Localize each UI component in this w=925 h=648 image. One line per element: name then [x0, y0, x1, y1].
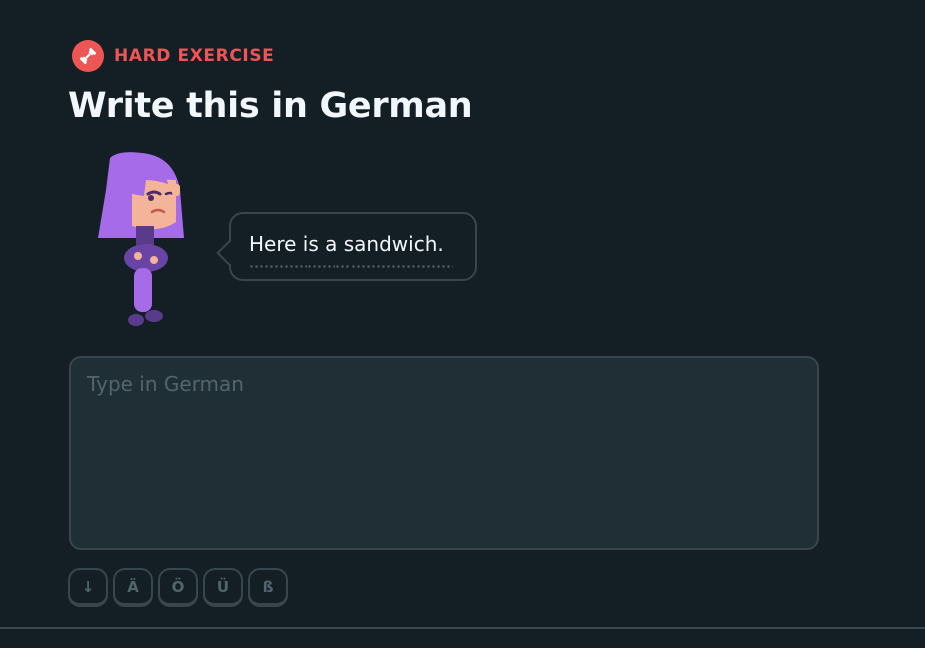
character-illustration — [96, 150, 192, 332]
special-character-keys: ↓ Ä Ö Ü ß — [68, 568, 288, 607]
speech-bubble-tail — [216, 240, 242, 266]
dumbbell-icon — [72, 40, 104, 72]
exercise-screen: HARD EXERCISE Write this in German Here … — [0, 0, 925, 648]
key-toggle-button[interactable]: ↓ — [68, 568, 108, 607]
speech-bubble: Here is a sandwich. — [216, 212, 477, 281]
key-eszett-button[interactable]: ß — [248, 568, 288, 607]
key-o-umlaut-button[interactable]: Ö — [158, 568, 198, 607]
key-a-umlaut-button[interactable]: Ä — [113, 568, 153, 607]
word-hint-underline — [249, 265, 454, 268]
key-u-umlaut-button[interactable]: Ü — [203, 568, 243, 607]
answer-input[interactable] — [69, 356, 819, 550]
footer-divider — [0, 627, 925, 629]
page-title: Write this in German — [68, 86, 473, 126]
prompt-sentence[interactable]: Here is a sandwich. — [249, 232, 444, 256]
exercise-badge: HARD EXERCISE — [72, 40, 274, 72]
exercise-badge-label: HARD EXERCISE — [114, 46, 275, 66]
